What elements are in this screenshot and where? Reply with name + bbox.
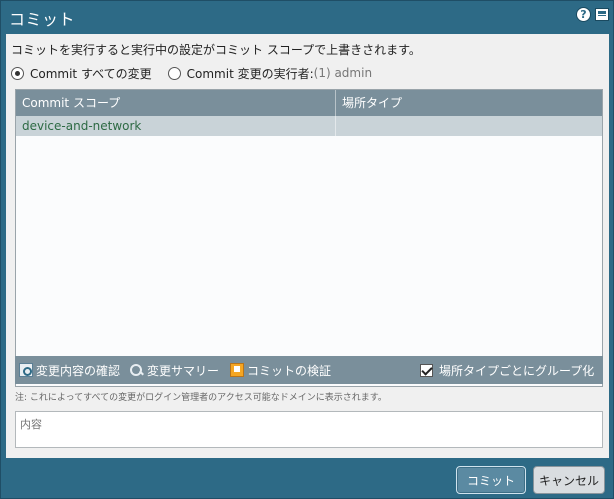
description-field[interactable] [15, 411, 603, 448]
group-by-location-type[interactable]: 場所タイプごとにグループ化 [420, 361, 594, 379]
table-empty-area [16, 136, 602, 386]
commit-toolbar: 変更内容の確認 変更サマリー コミットの検証 場所タイプごとにグループ化 [15, 356, 603, 384]
preview-changes-icon [19, 363, 33, 377]
preview-changes-label: 変更内容の確認 [36, 363, 121, 378]
validate-icon [230, 363, 244, 377]
changes-by-user-value: (1) admin [313, 66, 373, 80]
commit-scope-table: Commit スコープ 場所タイプ device-and-network [15, 89, 603, 387]
table-row[interactable]: device-and-network [16, 116, 602, 136]
change-summary-button[interactable]: 変更サマリー [130, 361, 219, 379]
radio-changes-by-user-label[interactable]: Commit 変更の実行者: [187, 65, 314, 82]
validate-commit-button[interactable]: コミットの検証 [230, 361, 331, 379]
commit-options: Commit すべての変更 Commit 変更の実行者: (1) admin [11, 64, 372, 82]
commit-button[interactable]: コミット [456, 466, 526, 494]
group-by-location-label: 場所タイプごとにグループ化 [439, 363, 595, 378]
cell-location-type [336, 116, 602, 136]
cell-scope: device-and-network [16, 116, 336, 136]
column-header-commit-scope[interactable]: Commit スコープ [16, 90, 336, 116]
dialog-titlebar: コミット ? [1, 1, 613, 33]
dialog-body: コミットを実行すると実行中の設定がコミット スコープで上書きされます。 Comm… [6, 34, 609, 458]
radio-changes-by-user[interactable] [167, 66, 181, 80]
maximize-icon[interactable] [595, 8, 609, 21]
magnifier-icon [130, 363, 144, 377]
commit-description: コミットを実行すると実行中の設定がコミット スコープで上書きされます。 [11, 43, 421, 57]
column-header-location-type[interactable]: 場所タイプ [336, 90, 602, 116]
preview-changes-button[interactable]: 変更内容の確認 [19, 361, 120, 379]
change-summary-label: 変更サマリー [147, 363, 220, 378]
radio-all-changes-label[interactable]: Commit すべての変更 [30, 65, 152, 82]
group-by-location-checkbox[interactable] [420, 363, 433, 377]
radio-all-changes[interactable] [11, 66, 24, 80]
commit-dialog: コミット ? コミットを実行すると実行中の設定がコミット スコープで上書きされま… [0, 0, 614, 499]
table-header: Commit スコープ 場所タイプ [16, 90, 602, 116]
validate-commit-label: コミットの検証 [247, 363, 332, 378]
dialog-title: コミット [9, 10, 76, 29]
commit-note: 注: これによってすべての変更がログイン管理者のアクセス可能なドメインに表示され… [15, 393, 387, 403]
help-icon[interactable]: ? [576, 7, 591, 22]
cancel-button[interactable]: キャンセル [533, 466, 605, 494]
